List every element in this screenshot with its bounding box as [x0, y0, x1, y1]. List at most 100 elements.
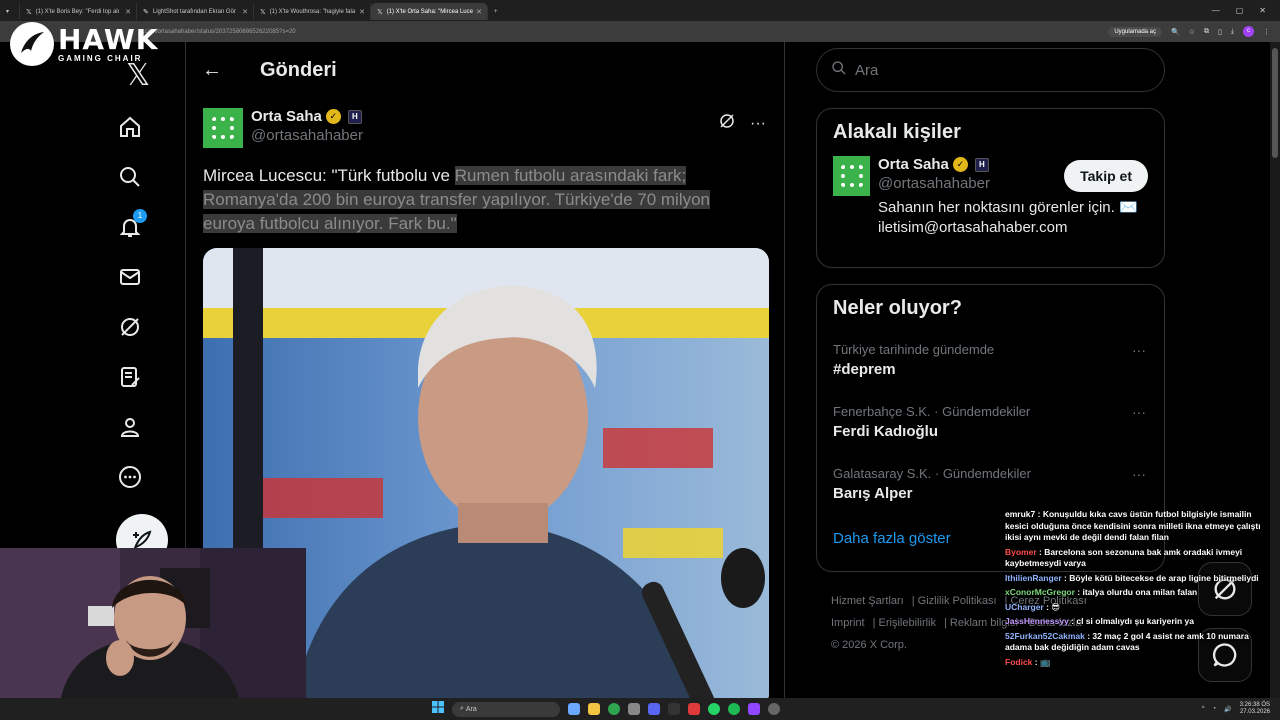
- relevant-people-title: Alakalı kişiler: [833, 121, 961, 143]
- download-icon[interactable]: ⤓: [1231, 28, 1234, 36]
- follow-button[interactable]: Takip et: [1064, 160, 1148, 192]
- close-icon[interactable]: ✕: [359, 8, 365, 16]
- more-options-icon[interactable]: ···: [1132, 342, 1146, 358]
- search-icon: [831, 60, 847, 80]
- extensions-icon[interactable]: ⧉: [1204, 28, 1209, 36]
- grok-explain-icon[interactable]: [718, 112, 736, 135]
- scroll-thumb[interactable]: [1272, 48, 1278, 158]
- person-bio: Sahanın her noktasını görenler için. ✉️ …: [878, 199, 1138, 236]
- person-name[interactable]: Orta Saha: [878, 156, 949, 173]
- verified-icon: ✓: [952, 157, 968, 172]
- close-window-icon[interactable]: ✕: [1259, 6, 1266, 15]
- relevant-person[interactable]: Orta Saha ✓ H @ortasahahaber Sahanın her…: [817, 156, 1164, 238]
- open-in-app-button[interactable]: Uygulamada aç: [1108, 26, 1163, 37]
- hawk-logo-overlay: HAWK GAMING CHAIR: [10, 22, 158, 66]
- footer-link[interactable]: Erişilebilirlik: [879, 617, 936, 629]
- webcam-overlay: [0, 548, 306, 702]
- spotify-icon[interactable]: [728, 703, 740, 715]
- chrome-icon[interactable]: [608, 703, 620, 715]
- window-controls: — ▢ ✕: [1212, 6, 1280, 15]
- tweet-author[interactable]: Orta Saha ✓ H @ortasahahaber: [203, 108, 363, 148]
- chat-message: 52Furkan52Cakmak : 32 maç 2 gol 4 asist …: [1005, 630, 1249, 653]
- chat-message: IthilienRanger : Böyle kötü bitecekse de…: [1005, 572, 1259, 583]
- lightshot-icon: ✎: [143, 8, 149, 16]
- tab-1[interactable]: 𝕏 (1) X'te Boris Bey: "Ferdi top alı ✕: [20, 3, 137, 20]
- address-bar: x.com/ortasahahaber/status/2037258068652…: [0, 21, 1280, 42]
- relevant-people-card: Alakalı kişiler Orta Saha ✓ H @ortasahah…: [816, 108, 1165, 268]
- close-icon[interactable]: ✕: [476, 8, 482, 16]
- affiliate-badge: H: [347, 109, 362, 124]
- tray-chevron-icon[interactable]: ^: [1202, 706, 1205, 712]
- close-icon[interactable]: ✕: [242, 8, 248, 16]
- hawk-brand: HAWK: [58, 22, 159, 56]
- obs-icon[interactable]: [768, 703, 780, 715]
- more-options-icon[interactable]: ···: [1132, 404, 1146, 420]
- chat-message: JassHennessyy : cl si olmalıydı şu kariy…: [1005, 616, 1195, 626]
- profile-avatar[interactable]: c: [1243, 26, 1254, 37]
- tab-menu-icon[interactable]: ▾: [0, 3, 20, 20]
- messages-icon[interactable]: [117, 264, 143, 290]
- author-name[interactable]: Orta Saha: [251, 108, 322, 125]
- system-clock[interactable]: 3:26:38 ÖS 27.03.2026: [1240, 702, 1270, 716]
- file-explorer-icon[interactable]: [588, 703, 600, 715]
- windows-start-icon[interactable]: [432, 700, 444, 718]
- author-handle[interactable]: @ortasahahaber: [251, 127, 363, 144]
- windows-taskbar: ⌕ Ara ^ ◔ 🔊 3:26:38 ÖS 27.03.2026: [0, 698, 1280, 720]
- profile-icon[interactable]: [117, 414, 143, 440]
- footer-link[interactable]: Imprint: [831, 617, 865, 629]
- app-icon[interactable]: [668, 703, 680, 715]
- page-title: Gönderi: [260, 58, 337, 81]
- more-options-icon[interactable]: ···: [750, 115, 766, 133]
- app-icon[interactable]: [628, 703, 640, 715]
- verified-icon: ✓: [325, 109, 341, 124]
- whatsapp-icon[interactable]: [708, 703, 720, 715]
- affiliate-badge: H: [974, 157, 989, 172]
- browser-tab-bar: ▾ 𝕏 (1) X'te Boris Bey: "Ferdi top alı ✕ ✎…: [0, 0, 1280, 21]
- star-icon[interactable]: ☆: [1189, 28, 1195, 36]
- chat-message: Byomer : Barcelona son sezonuna bak amk …: [1005, 546, 1243, 569]
- trends-title: Neler oluyor?: [833, 297, 962, 319]
- grok-icon[interactable]: [117, 314, 143, 340]
- maximize-icon[interactable]: ▢: [1236, 6, 1244, 15]
- sidebar-icon[interactable]: ▯: [1218, 28, 1222, 36]
- lists-icon[interactable]: [117, 364, 143, 390]
- app-icon[interactable]: [688, 703, 700, 715]
- minimize-icon[interactable]: —: [1212, 6, 1220, 15]
- explore-icon[interactable]: [117, 164, 143, 190]
- hawk-logo-icon: [10, 22, 54, 66]
- chat-message: Fodick : 📺: [1005, 656, 1051, 667]
- close-icon[interactable]: ✕: [125, 8, 131, 16]
- x-icon: 𝕏: [377, 8, 383, 16]
- author-avatar[interactable]: [203, 108, 243, 148]
- taskview-icon[interactable]: [568, 703, 580, 715]
- notifications-icon[interactable]: 1: [117, 209, 147, 240]
- tab-3[interactable]: 𝕏 (1) X'te Wouthrosa: "hagiyle fala ✕: [254, 3, 371, 20]
- discord-icon[interactable]: [648, 703, 660, 715]
- search-input[interactable]: Ara: [816, 48, 1165, 92]
- more-options-icon[interactable]: ···: [1132, 466, 1146, 482]
- tab-2[interactable]: ✎ LightShot tarafından Ekran Gör ✕: [137, 3, 254, 20]
- back-arrow-icon[interactable]: ←: [202, 59, 232, 82]
- tab-4-active[interactable]: 𝕏 (1) X'te Orta Saha: "Mircea Luce ✕: [371, 3, 488, 20]
- footer-link[interactable]: Hizmet Şartları: [831, 595, 904, 607]
- taskbar-search[interactable]: ⌕ Ara: [452, 701, 560, 717]
- menu-icon[interactable]: ⋮: [1263, 28, 1270, 36]
- volume-icon[interactable]: 🔊: [1224, 706, 1231, 713]
- notification-badge: 1: [133, 209, 147, 223]
- x-icon: 𝕏: [260, 8, 266, 16]
- trend-item[interactable]: Fenerbahçe S.K. · Gündemdekiler Ferdi Ka…: [817, 394, 1164, 456]
- person-avatar[interactable]: [833, 156, 870, 196]
- twitch-icon[interactable]: [748, 703, 760, 715]
- url-field[interactable]: x.com/ortasahahaber/status/2037258068652…: [140, 29, 296, 35]
- more-icon[interactable]: [117, 464, 143, 490]
- main-header: ← Gönderi: [186, 42, 784, 98]
- footer-link[interactable]: Gizlilik Politikası: [918, 595, 997, 607]
- network-icon[interactable]: ◔: [1213, 706, 1217, 712]
- home-icon[interactable]: [117, 114, 143, 140]
- zoom-icon[interactable]: 🔍: [1171, 28, 1180, 36]
- copyright: © 2026 X Corp.: [831, 639, 907, 651]
- trend-item[interactable]: Türkiye tarihinde gündemde #deprem ···: [817, 332, 1164, 394]
- new-tab-button[interactable]: +: [488, 3, 506, 20]
- x-icon: 𝕏: [26, 8, 32, 16]
- chat-message: UCharger : 😎: [1005, 601, 1061, 612]
